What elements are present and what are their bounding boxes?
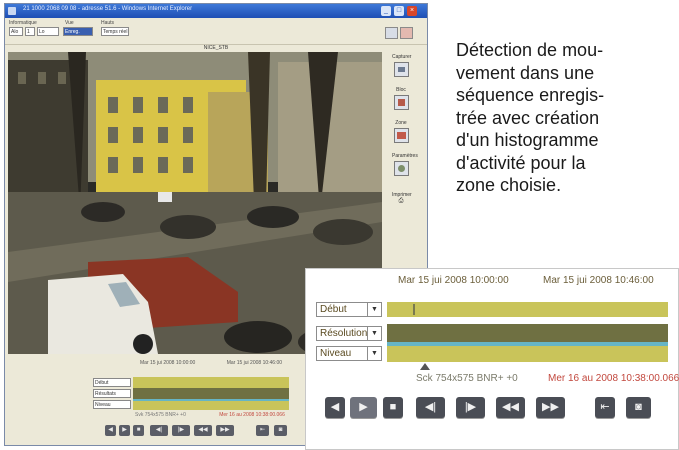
frame-back-button[interactable]: ◀| [416,397,445,418]
toolbar-label-vue: Vue [65,20,74,26]
zoom-footer-timestamp: Mer 16 au 2008 10:38:00.066 [548,373,679,384]
toolbar-label-hauts: Hauts [101,20,115,26]
title-bar: 21 1000 2068 09 08 - adresse 51.6 - Wind… [5,4,427,18]
play-button[interactable]: ▶ [350,397,377,418]
mini-timeline: Début Résultats Niveau [93,374,289,410]
frame-forward-button[interactable]: |▶ [456,397,485,418]
mini-select-start[interactable]: Début [93,378,131,387]
zoom-select-level[interactable]: Niveau ▼ [316,346,382,361]
mini-frame-forward-button[interactable]: |▶ [172,425,190,436]
side-tool-capture[interactable]: Capturer [392,54,412,77]
caption-line: d'un histogramme [456,130,599,150]
side-tool-bloc[interactable]: Bloc [392,87,410,110]
mini-date-end: Mar 15 jui 2008 10:46:00 [226,360,283,366]
side-tool-zone[interactable]: Zone [392,120,410,143]
zoom-select-start-value: Début [320,304,347,315]
zoom-track-activity[interactable] [387,302,668,317]
zoom-track-results[interactable] [387,324,668,342]
zoom-date-start: Mar 15 jui 2008 10:00:00 [398,275,509,286]
toolbar: Informatique Vue Hauts Alo 1 Lo Enreg. T… [5,18,427,45]
side-tool-capture-label: Capturer [392,54,412,60]
export-button[interactable]: ⇤ [595,397,615,418]
rewind-button[interactable]: ◀ [325,397,345,418]
mini-date-range: Mar 15 jui 2008 10:00:00 Mar 15 jui 2008… [140,360,312,366]
toolbar-field-3[interactable]: Lo [37,27,59,36]
chevron-down-icon[interactable]: ▼ [367,303,381,316]
mini-export-button[interactable]: ⇤ [256,425,269,436]
mini-step-forward-button[interactable]: ▶▶ [216,425,234,436]
mini-track-activity[interactable] [133,377,289,388]
toolbar-field-1[interactable]: Alo [9,27,23,36]
zoom-date-end: Mar 15 jui 2008 10:46:00 [543,275,654,286]
mini-rewind-button[interactable]: ◀ [105,425,116,436]
toolbar-exit-button[interactable] [400,27,413,39]
caption-line: d'activité pour la [456,152,586,173]
settings-icon[interactable] [393,161,409,176]
zoom-select-resolution[interactable]: Résolution ▼ [316,326,382,341]
zone-icon[interactable] [393,128,409,143]
caption-line: séquence enregis- [456,85,605,105]
caption-text: Détection de mou- vement dans une séquen… [456,39,666,197]
caption-line: zone choisie. [456,175,562,195]
window-title: 21 1000 2068 09 08 - adresse 51.6 - Wind… [23,6,193,12]
mini-frame-back-button[interactable]: ◀| [150,425,168,436]
toolbar-field-2[interactable]: 1 [25,27,35,36]
mini-footer-info: Svk 754x575 BNR+ +0 [135,412,186,418]
mini-footer: Svk 754x575 BNR+ +0 Mer 16 au 2008 10:38… [135,412,285,418]
print-icon[interactable]: ⎙ [392,198,410,205]
mini-step-back-button[interactable]: ◀◀ [194,425,212,436]
zoom-select-resolution-value: Résolution [320,328,368,339]
camera-icon[interactable] [393,62,409,77]
stop-button[interactable]: ■ [383,397,403,418]
zoom-select-level-value: Niveau [320,348,352,359]
app-icon [8,7,16,15]
mini-select-results[interactable]: Résultats [93,389,131,398]
toolbar-field-record[interactable]: Enreg. [63,27,93,36]
playhead-marker[interactable] [420,363,430,370]
maximize-button[interactable]: □ [394,6,404,16]
side-tool-settings[interactable]: Paramètres [392,153,418,176]
zoomed-timeline-panel: Mar 15 jui 2008 10:00:00 Mar 15 jui 2008… [305,268,679,450]
mini-play-button[interactable]: ▶ [119,425,130,436]
mini-footer-timestamp: Mer 16 au 2008 10:38:00.066 [219,412,285,418]
step-forward-button[interactable]: ▶▶ [536,397,565,418]
toolbar-label-informatique: Informatique [9,20,37,26]
side-tool-print[interactable]: Imprimer ⎙ [392,192,412,205]
step-back-button[interactable]: ◀◀ [496,397,525,418]
zoom-track-level[interactable] [387,346,668,362]
mini-select-level[interactable]: Niveau [93,400,131,409]
minimize-button[interactable]: _ [381,6,391,16]
mini-date-start: Mar 15 jui 2008 10:00:00 [140,360,196,366]
zoom-footer-info: Sck 754x575 BNR+ +0 [416,373,518,384]
side-tool-zone-label: Zone [395,120,407,126]
mini-stop-button[interactable]: ■ [133,425,144,436]
film-icon[interactable] [393,95,409,110]
side-tool-bloc-label: Bloc [396,87,406,93]
zoom-select-start[interactable]: Début ▼ [316,302,382,317]
mini-track-results[interactable] [133,388,289,399]
mini-track-level[interactable] [133,399,289,410]
mini-snapshot-button[interactable]: ◙ [274,425,287,436]
caption-line: vement dans une [456,62,595,83]
toolbar-layout-button[interactable] [385,27,398,39]
caption-line: Détection de mou- [456,40,604,60]
toolbar-field-live[interactable]: Temps réel [101,27,129,36]
caption-line: trée avec création [456,107,600,128]
snapshot-button[interactable]: ◙ [626,397,651,418]
close-button[interactable]: × [407,6,417,16]
side-tool-settings-label: Paramètres [392,153,418,159]
chevron-down-icon[interactable]: ▼ [367,347,381,360]
chevron-down-icon[interactable]: ▼ [367,327,381,340]
